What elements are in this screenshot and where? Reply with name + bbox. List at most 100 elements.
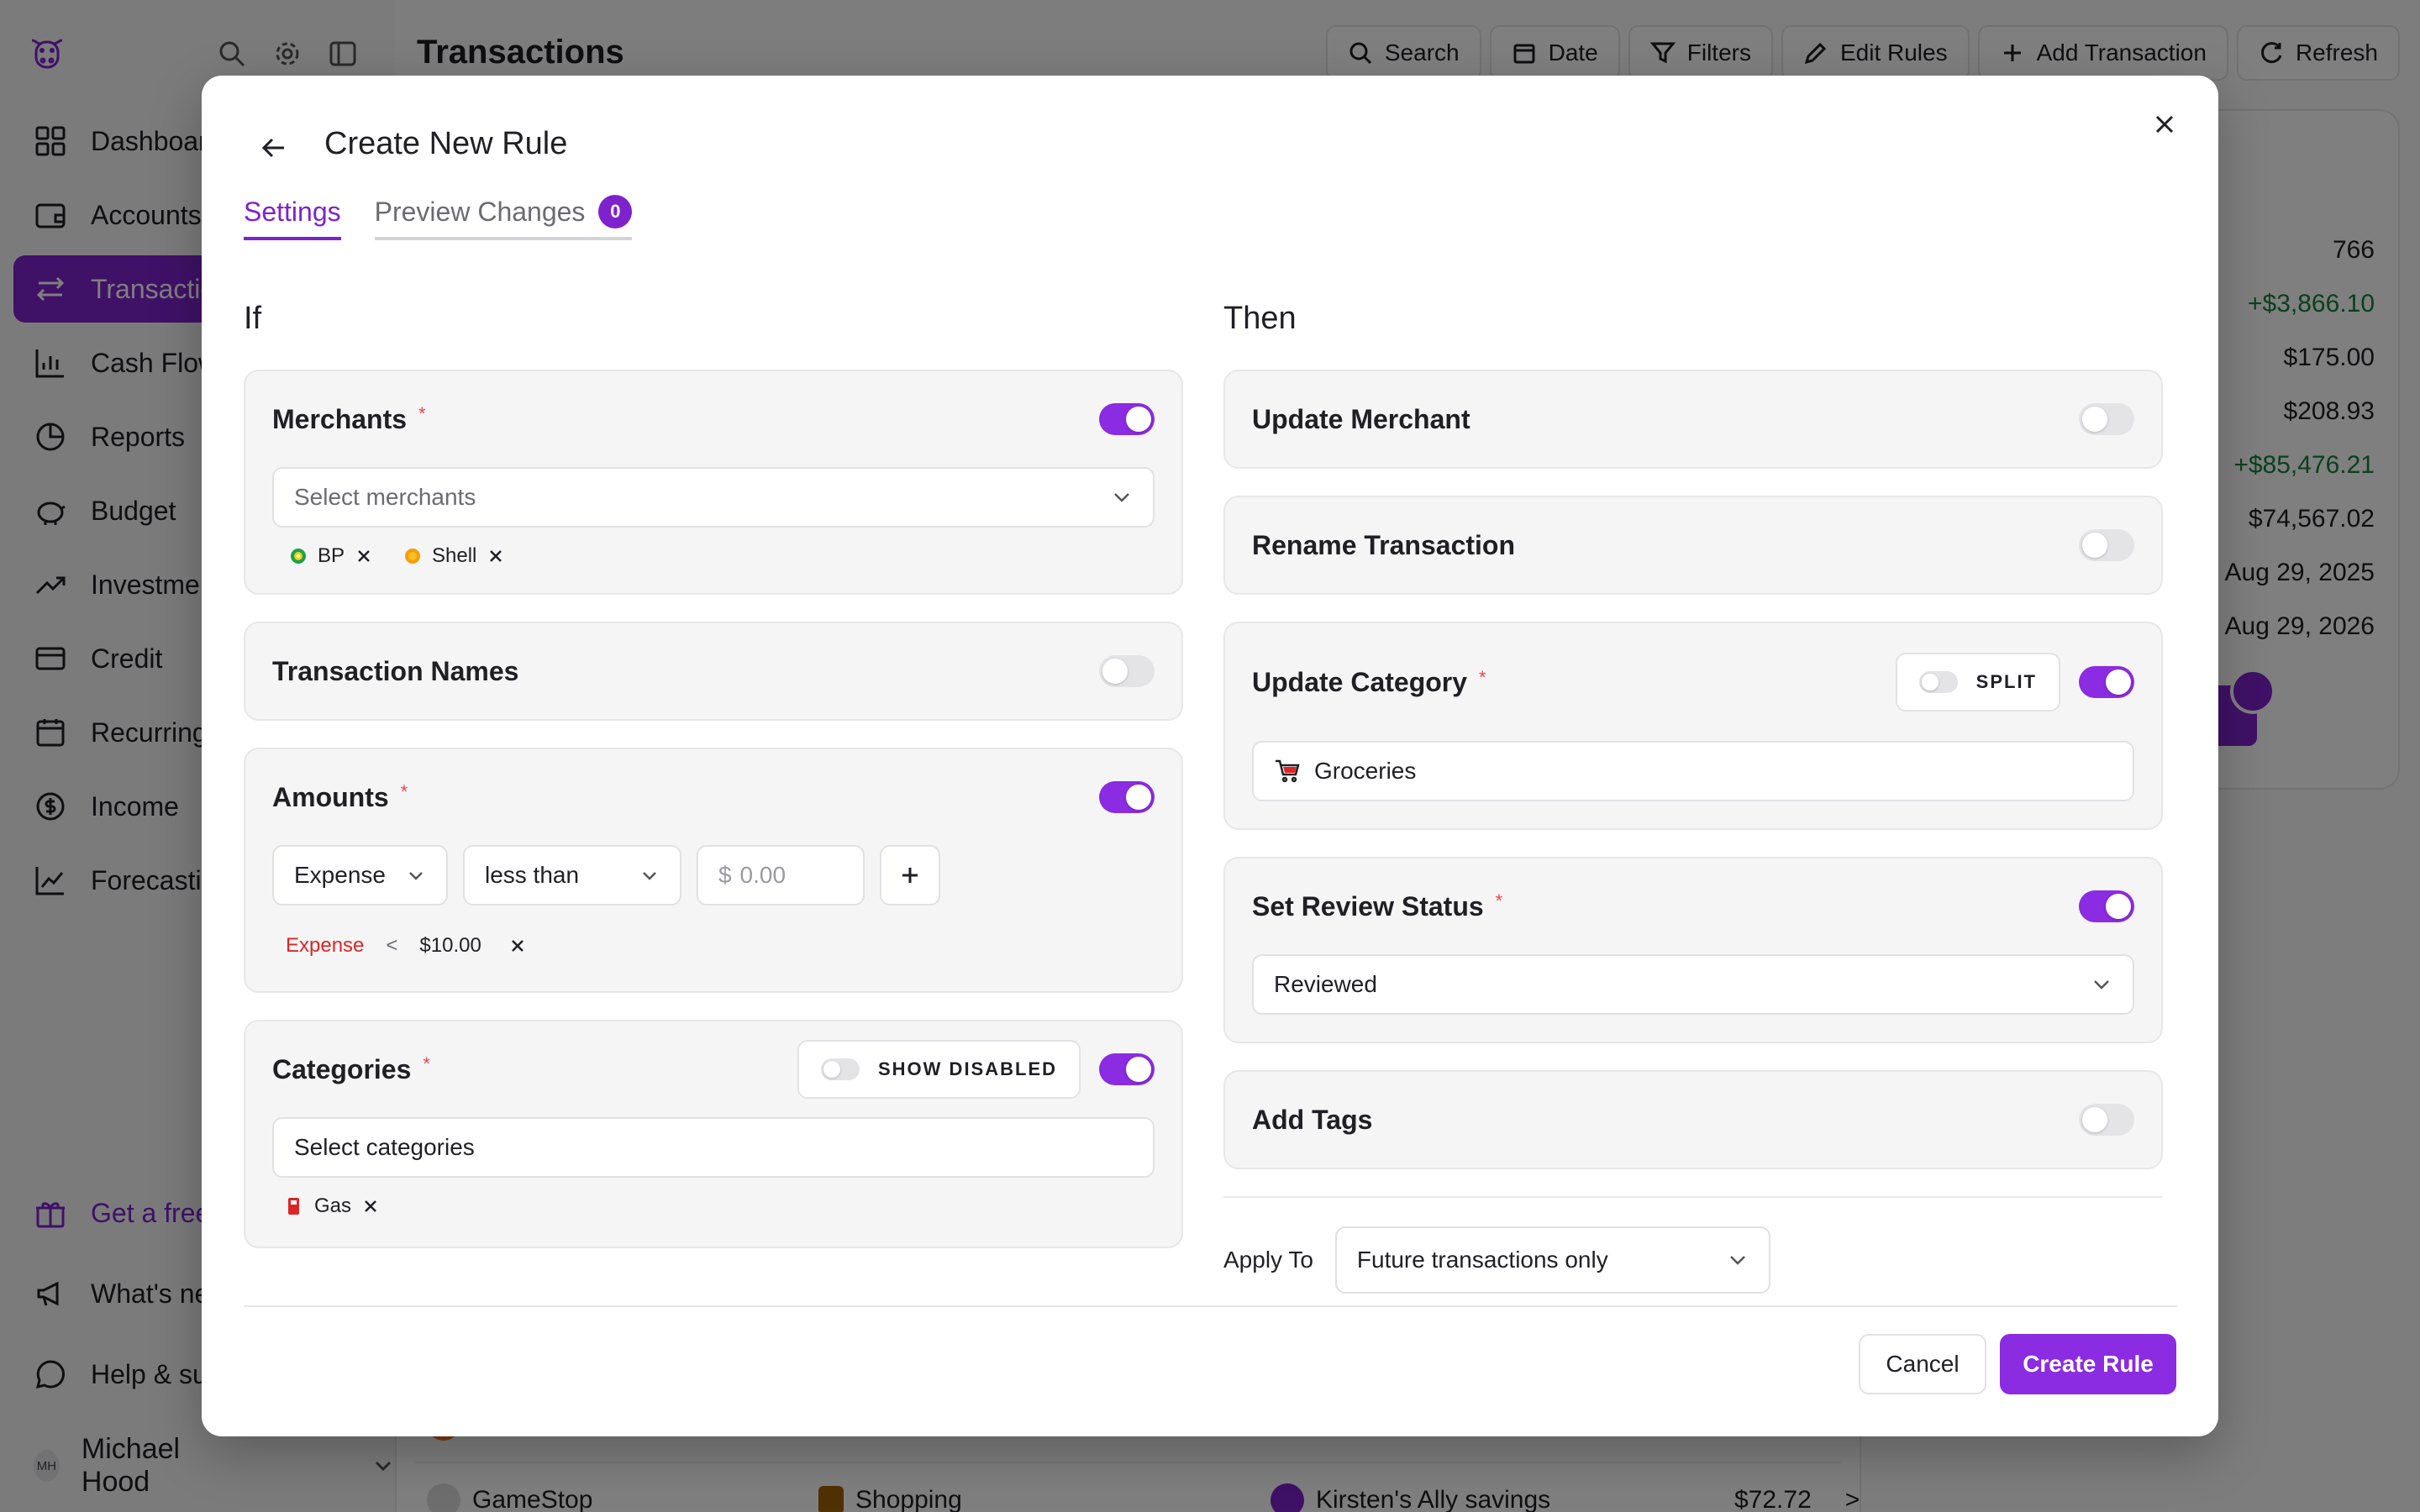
back-arrow-icon[interactable] [255, 129, 292, 166]
required-marker: * [1479, 667, 1486, 688]
create-rule-button[interactable]: Create Rule [2000, 1334, 2176, 1394]
remove-chip-icon[interactable] [487, 547, 505, 565]
update-category-title: Update Category [1252, 666, 1468, 697]
shell-logo-icon [403, 547, 422, 565]
add-tags-card: Add Tags [1223, 1070, 2163, 1169]
footer-divider [244, 1305, 2178, 1307]
amounts-toggle[interactable] [1099, 781, 1155, 813]
chevron-down-icon [1727, 1249, 1749, 1271]
tab-label: Settings [244, 196, 341, 227]
create-rule-modal: Create New Rule Settings Preview Changes… [202, 76, 2218, 1436]
chip-label: Gas [314, 1194, 352, 1217]
modal-title: Create New Rule [324, 126, 568, 161]
apply-to-label: Apply To [1223, 1247, 1313, 1273]
categories-toggle[interactable] [1099, 1053, 1155, 1085]
tab-label: Preview Changes [374, 196, 586, 227]
modal-tabs: Settings Preview Changes 0 [244, 195, 633, 240]
amount-type-value: Expense [294, 862, 386, 888]
fuel-pump-icon [286, 1195, 304, 1217]
amount-condition-chip: Expense < $10.00 [272, 906, 1155, 991]
update-category-toggle[interactable] [2079, 666, 2134, 698]
categories-title: Categories [272, 1053, 412, 1084]
merchants-toggle[interactable] [1099, 403, 1155, 435]
transaction-names-title: Transaction Names [272, 655, 519, 686]
remove-condition-icon[interactable] [508, 937, 527, 955]
split-toggle[interactable]: SPLIT [1895, 653, 2060, 711]
review-status-select[interactable]: Reviewed [1252, 954, 2134, 1015]
rename-transaction-toggle[interactable] [2079, 529, 2134, 561]
add-tags-title: Add Tags [1252, 1104, 1373, 1135]
plus-icon [897, 863, 923, 888]
amount-placeholder: 0.00 [739, 862, 786, 888]
amount-type-select[interactable]: Expense [272, 845, 448, 906]
show-disabled-toggle[interactable]: SHOW DISABLED [797, 1040, 1081, 1099]
merchants-title: Merchants [272, 403, 408, 434]
condition-value: $10.00 [419, 934, 481, 957]
rename-transaction-card: Rename Transaction [1223, 496, 2163, 595]
preview-count-badge: 0 [598, 195, 633, 228]
review-status-card: Set Review Status * Reviewed [1223, 857, 2163, 1043]
update-merchant-toggle[interactable] [2079, 403, 2134, 435]
close-icon[interactable] [2146, 106, 2183, 143]
required-marker: * [1495, 890, 1503, 911]
divider [1223, 1196, 2163, 1198]
merchants-placeholder: Select merchants [294, 484, 476, 510]
actions-column: Update Merchant Rename Transaction Updat… [1223, 370, 2163, 1294]
review-status-title: Set Review Status [1252, 890, 1484, 921]
if-heading: If [244, 301, 262, 336]
remove-chip-icon[interactable] [355, 547, 373, 565]
rename-transaction-title: Rename Transaction [1252, 529, 1515, 560]
then-heading: Then [1223, 301, 1297, 336]
show-disabled-switch[interactable] [821, 1058, 860, 1080]
merchant-chip-bp: BP [289, 544, 373, 568]
merchants-select[interactable]: Select merchants [272, 467, 1155, 528]
amounts-title: Amounts [272, 781, 389, 812]
cancel-button[interactable]: Cancel [1859, 1334, 1986, 1394]
category-select[interactable]: Groceries [1252, 741, 2134, 801]
amount-operator-select[interactable]: less than [462, 845, 681, 906]
shopping-cart-icon [1274, 758, 1301, 785]
required-marker: * [418, 403, 426, 424]
categories-select[interactable]: Select categories [272, 1117, 1155, 1178]
apply-to-select[interactable]: Future transactions only [1334, 1226, 1770, 1294]
amount-operator-value: less than [484, 862, 580, 888]
tab-preview-changes[interactable]: Preview Changes 0 [374, 195, 633, 240]
chevron-down-icon [639, 865, 660, 885]
chevron-down-icon [406, 865, 426, 885]
categories-card: Categories * SHOW DISABLED Select catego… [244, 1020, 1183, 1248]
split-label: SPLIT [1975, 671, 2037, 692]
chip-label: BP [318, 544, 345, 567]
category-chip-gas: Gas [286, 1194, 380, 1218]
bp-logo-icon [289, 547, 308, 565]
condition-operator: < [386, 934, 398, 957]
transaction-names-card: Transaction Names [244, 622, 1183, 721]
tab-settings[interactable]: Settings [244, 195, 341, 240]
split-switch[interactable] [1918, 671, 1958, 693]
update-merchant-title: Update Merchant [1252, 403, 1470, 434]
update-category-card: Update Category * SPLIT Groceries [1223, 622, 2163, 830]
amounts-card: Amounts * Expense less than $0.00 Expens… [244, 748, 1183, 993]
review-status-toggle[interactable] [2079, 890, 2134, 922]
update-merchant-card: Update Merchant [1223, 370, 2163, 469]
required-marker: * [423, 1053, 430, 1074]
amount-input[interactable]: $0.00 [696, 845, 865, 906]
chip-label: Shell [432, 544, 477, 567]
condition-type: Expense [286, 934, 365, 957]
category-value: Groceries [1314, 758, 1417, 784]
remove-chip-icon[interactable] [361, 1197, 380, 1215]
merchant-chip-shell: Shell [403, 544, 505, 568]
add-amount-button[interactable] [879, 845, 940, 906]
currency-symbol: $ [718, 862, 732, 888]
required-marker: * [400, 781, 408, 802]
merchants-card: Merchants * Select merchants BP Shell [244, 370, 1183, 595]
apply-to-row: Apply To Future transactions only [1223, 1226, 2163, 1294]
conditions-column: Merchants * Select merchants BP Shell Tr… [244, 370, 1183, 1352]
categories-placeholder: Select categories [294, 1134, 475, 1160]
review-status-value: Reviewed [1274, 971, 1377, 997]
transaction-names-toggle[interactable] [1099, 655, 1155, 687]
add-tags-toggle[interactable] [2079, 1104, 2134, 1136]
chevron-down-icon [1111, 486, 1133, 508]
chevron-down-icon [2091, 974, 2112, 995]
apply-to-value: Future transactions only [1356, 1247, 1608, 1273]
show-disabled-label: SHOW DISABLED [878, 1058, 1057, 1079]
